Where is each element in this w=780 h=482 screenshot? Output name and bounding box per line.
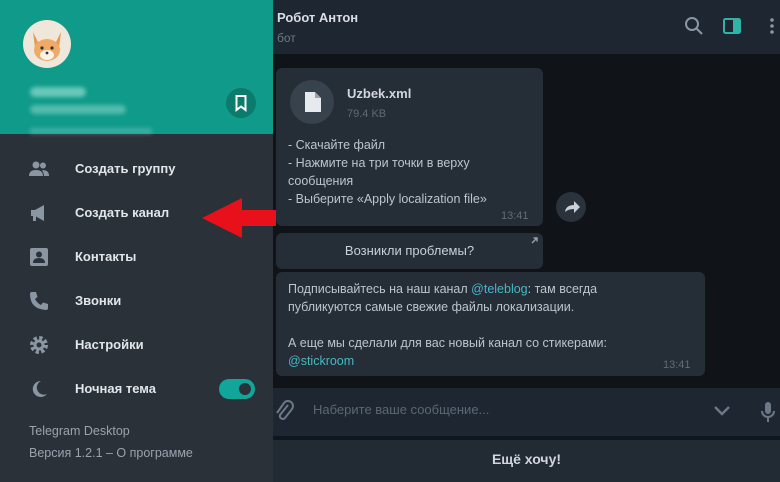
account-name-blurred: [30, 87, 86, 97]
account-phone-blurred: [30, 105, 126, 114]
file-size: 79.4 KB: [347, 108, 387, 120]
message-time: 13:41: [501, 210, 529, 222]
file-name[interactable]: Uzbek.xml: [347, 86, 411, 101]
menu-item-label: Настройки: [75, 337, 144, 352]
message-text: - Скачайте файл - Нажмите на три точки в…: [288, 138, 487, 206]
message-text-part: Подписывайтесь на наш канал: [288, 282, 472, 296]
chevron-down-icon[interactable]: [712, 403, 732, 419]
file-message-bubble[interactable]: Uzbek.xml 79.4 KB - Скачайте файл - Нажм…: [276, 68, 543, 226]
menu-item-new-group[interactable]: Создать группу: [0, 147, 273, 191]
message-text-part: А еще мы сделали для вас новый канал со …: [288, 336, 608, 350]
gear-icon: [30, 336, 48, 354]
menu-item-label: Звонки: [75, 293, 122, 308]
main-menu: Создать группу Создать канал Контакты Зв…: [0, 0, 273, 482]
fox-avatar-icon: [33, 32, 61, 61]
toggle-knob: [237, 381, 253, 397]
chat-title[interactable]: Робот Антон: [277, 10, 358, 25]
channel-megaphone-icon: [31, 205, 44, 221]
phone-icon: [30, 292, 48, 310]
bookmark-icon: [235, 95, 247, 113]
menu-header: [0, 0, 273, 134]
menu-item-contacts[interactable]: Контакты: [0, 235, 273, 279]
forward-arrow-icon: [565, 201, 580, 213]
chat-header: Робот Антон бот: [273, 0, 780, 54]
microphone-icon[interactable]: [759, 400, 777, 424]
forward-button[interactable]: [556, 192, 586, 222]
menu-item-settings[interactable]: Настройки: [0, 323, 273, 367]
app-name: Telegram Desktop: [29, 424, 130, 438]
teleblog-link[interactable]: @teleblog: [471, 282, 527, 296]
night-mode-toggle[interactable]: [219, 379, 255, 399]
text-message-bubble[interactable]: Подписывайтесь на наш канал @teleblog: т…: [276, 272, 705, 376]
contacts-icon: [30, 248, 48, 266]
avatar[interactable]: [23, 20, 71, 68]
menu-item-label: Контакты: [75, 249, 137, 264]
message-time: 13:41: [663, 359, 691, 371]
external-link-icon: [531, 237, 538, 244]
more-button[interactable]: Ещё хочу!: [273, 440, 780, 482]
message-text-subscribe: Подписывайтесь на наш канал @teleblog: т…: [288, 280, 698, 316]
menu-item-label: Создать группу: [75, 161, 176, 176]
file-download-button[interactable]: [290, 80, 334, 124]
message-input[interactable]: Наберите ваше сообщение...: [313, 402, 489, 417]
menu-item-calls[interactable]: Звонки: [0, 279, 273, 323]
menu-item-night-mode[interactable]: Ночная тема: [0, 367, 273, 411]
more-button-label: Ещё хочу!: [491, 451, 562, 467]
moon-icon: [32, 380, 47, 397]
menu-item-label: Создать канал: [75, 205, 170, 220]
app-version-link[interactable]: Версия 1.2.1 – О программе: [29, 446, 193, 460]
attach-icon[interactable]: [273, 399, 295, 425]
message-composer: Наберите ваше сообщение...: [273, 388, 780, 436]
keyboard-button-problems[interactable]: Возникли проблемы?: [276, 233, 543, 269]
sidebar-toggle-icon[interactable]: [722, 16, 742, 36]
stickroom-link[interactable]: @stickroom: [288, 354, 354, 368]
message-text-stickers: А еще мы сделали для вас новый канал со …: [288, 334, 698, 370]
file-icon: [305, 92, 321, 112]
keyboard-button-label: Возникли проблемы?: [344, 243, 475, 258]
blurred-strip: [30, 128, 152, 134]
search-icon[interactable]: [684, 16, 704, 36]
chat-status: бот: [277, 31, 296, 45]
group-icon: [29, 161, 49, 176]
saved-messages-button[interactable]: [226, 88, 256, 118]
more-vertical-icon[interactable]: [762, 16, 780, 36]
red-arrow-annotation: [202, 198, 276, 238]
menu-item-label: Ночная тема: [75, 381, 156, 396]
